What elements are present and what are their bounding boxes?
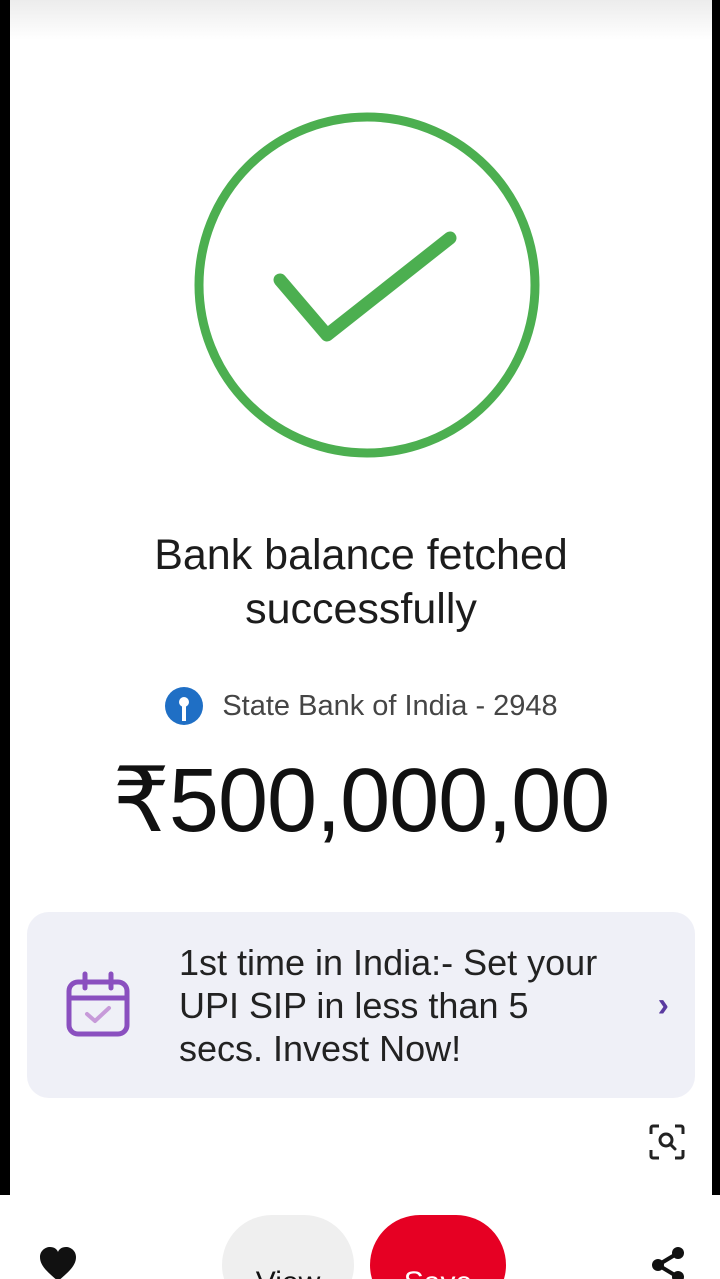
share-icon[interactable]	[648, 1245, 688, 1279]
visual-search-icon[interactable]	[647, 1122, 687, 1162]
bank-account-label: State Bank of India - 2948	[222, 689, 558, 722]
bottom-action-bar: View Save	[0, 1195, 720, 1279]
app-page: Bank balance fetched successfully State …	[0, 0, 720, 1279]
status-headline: Bank balance fetched successfully	[154, 531, 568, 633]
sip-promo-banner[interactable]: 1st time in India:- Set your UPI SIP in …	[27, 912, 695, 1098]
success-check-icon	[194, 112, 540, 458]
save-button[interactable]: Save	[370, 1215, 506, 1279]
balance-amount: ₹500,000,00	[112, 751, 611, 851]
bank-account-row: State Bank of India - 2948	[10, 686, 712, 726]
top-strip	[10, 0, 712, 40]
promo-text: 1st time in India:- Set your UPI SIP in …	[179, 941, 598, 1069]
heart-icon[interactable]	[38, 1245, 78, 1279]
calendar-check-icon	[66, 971, 130, 1037]
bank-logo-icon	[165, 687, 204, 725]
view-button[interactable]: View	[222, 1215, 354, 1279]
chevron-right-icon[interactable]: ›	[658, 986, 669, 1025]
balance-screen: Bank balance fetched successfully State …	[10, 0, 712, 1195]
